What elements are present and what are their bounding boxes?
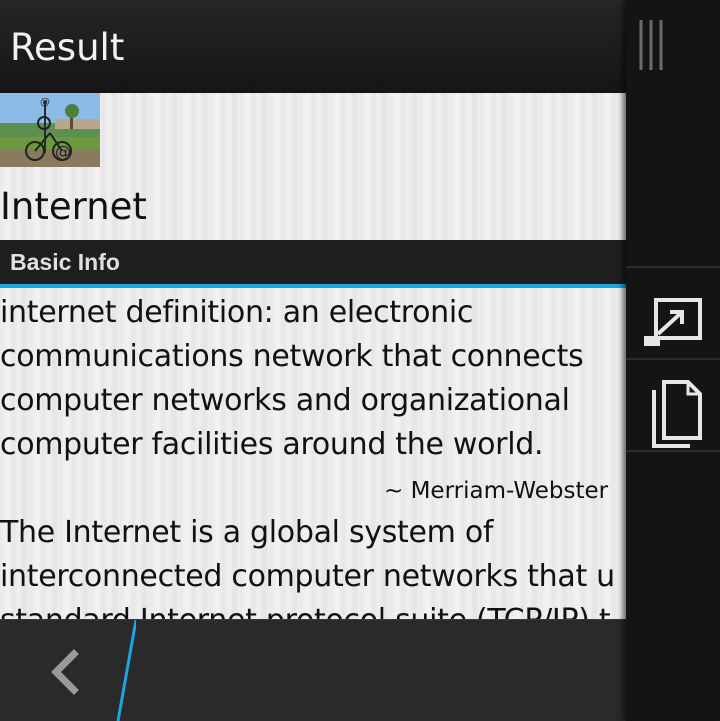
chevron-left-icon: [51, 620, 136, 721]
article-line: interconnected computer networks that u: [0, 559, 615, 594]
article-text: The Internet is a global system of inter…: [0, 511, 626, 619]
thumbnail-image: @ @: [0, 93, 100, 167]
definition-source: ~ Merriam-Webster: [384, 478, 609, 504]
copy-action-button[interactable]: [626, 362, 720, 450]
title-bar: Result: [0, 0, 626, 93]
bottom-bar: [0, 619, 626, 721]
definition-text: internet definition: an electronic commu…: [0, 295, 584, 462]
resize-icon: [644, 298, 702, 346]
copy-icon: [652, 380, 702, 448]
action-bar: [626, 0, 720, 720]
topic-heading: Internet: [0, 185, 147, 228]
action-divider: [626, 358, 720, 360]
resize-action-button[interactable]: [626, 270, 720, 358]
action-divider: [626, 266, 720, 268]
overflow-lines-icon: [639, 20, 663, 70]
section-header: Basic Info: [0, 240, 626, 288]
article-line: standard Internet protocol suite (TCP/IP…: [0, 599, 626, 619]
svg-text:@: @: [40, 97, 50, 108]
action-divider: [626, 450, 720, 452]
back-button[interactable]: [0, 620, 136, 721]
page-title: Result: [10, 26, 125, 69]
article-line: The Internet is a global system of: [0, 515, 494, 550]
section-label: Basic Info: [10, 249, 120, 275]
result-content[interactable]: @ @ Internet Basic Info internet definit…: [0, 93, 626, 619]
overflow-menu-handle[interactable]: [638, 18, 668, 73]
